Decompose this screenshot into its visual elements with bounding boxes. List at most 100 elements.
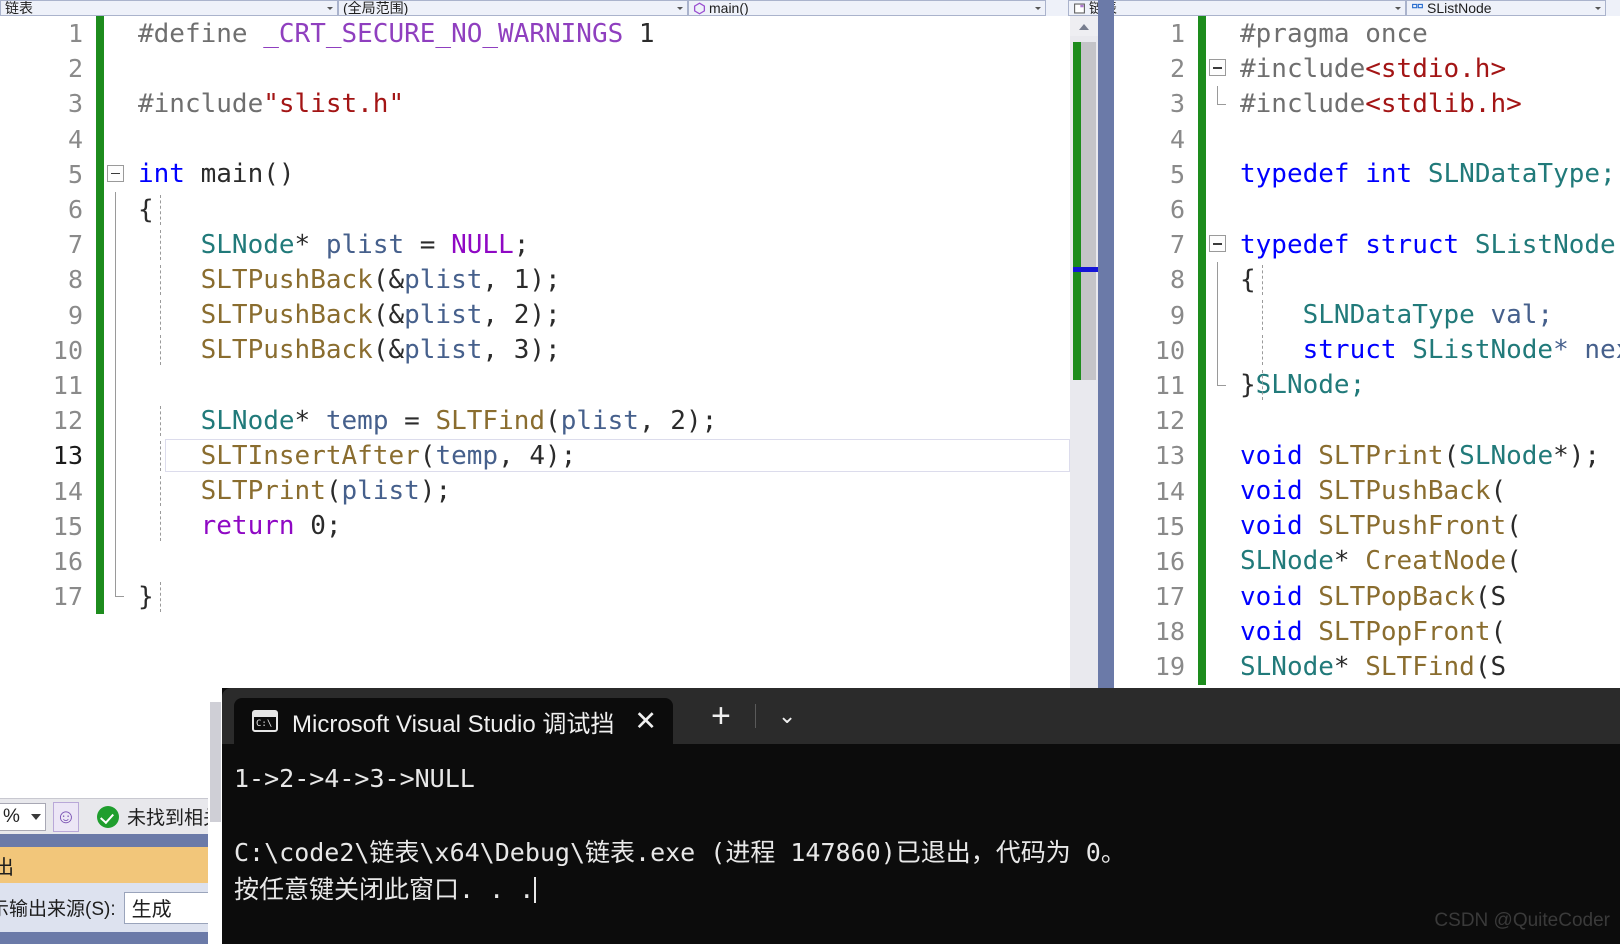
collapse-icon[interactable] <box>1209 59 1226 77</box>
code-line[interactable]: 14 SLTPrint(plist); <box>0 473 1070 509</box>
code-text[interactable]: typedef struct SListNode <box>1230 230 1616 260</box>
fold-gutter[interactable] <box>104 122 128 157</box>
fold-gutter[interactable] <box>104 543 128 579</box>
fold-gutter[interactable] <box>1206 227 1230 262</box>
code-line[interactable]: 1 #define _CRT_SECURE_NO_WARNINGS 1 <box>0 16 1070 52</box>
code-line[interactable]: 7 typedef struct SListNode <box>1114 227 1620 263</box>
code-text[interactable]: SLNode* SLTFind(S <box>1230 652 1506 682</box>
code-line[interactable]: 13 SLTInsertAfter(temp, 4); <box>0 438 1070 474</box>
code-line[interactable]: 4 <box>0 121 1070 157</box>
code-text[interactable]: SLNDataType val; <box>1230 300 1553 331</box>
fold-gutter[interactable] <box>1206 438 1230 473</box>
code-line[interactable]: 5 typedef int SLNDataType; <box>1114 156 1620 192</box>
code-line[interactable]: 18 void SLTPopFront( <box>1114 614 1620 650</box>
code-line[interactable]: 16 <box>0 543 1070 579</box>
code-text[interactable]: SLNode* CreatNode( <box>1230 546 1522 576</box>
code-text[interactable]: { <box>128 194 161 225</box>
code-line[interactable]: 10 struct SListNode* next; <box>1114 332 1620 368</box>
fold-gutter[interactable] <box>1206 614 1230 649</box>
code-line[interactable]: 3 #include<stdlib.h> <box>1114 86 1620 122</box>
right-file-selector-combo[interactable]: 链表 <box>1068 0 1406 16</box>
code-text[interactable]: SLTInsertAfter(temp, 4); <box>128 440 576 471</box>
output-tab[interactable]: 出 <box>0 847 222 883</box>
zoom-level-combo[interactable]: % <box>0 802 46 831</box>
fold-gutter[interactable] <box>104 86 128 121</box>
code-text[interactable]: #include<stdlib.h> <box>1230 89 1522 119</box>
fold-gutter[interactable] <box>104 473 128 509</box>
fold-gutter[interactable] <box>1206 157 1230 192</box>
main-code-editor[interactable]: 1 #define _CRT_SECURE_NO_WARNINGS 1 2 3 #inc… <box>0 16 1070 788</box>
code-text[interactable]: void SLTPushBack( <box>1230 476 1506 506</box>
code-text[interactable]: void SLTPrint(SLNode*); <box>1230 441 1600 471</box>
ghost-icon[interactable]: ☺ <box>52 801 79 832</box>
fold-gutter[interactable] <box>104 508 128 544</box>
new-tab-icon[interactable]: + <box>711 699 731 733</box>
code-line[interactable]: 12 SLNode* temp = SLTFind(plist, 2); <box>0 403 1070 439</box>
fold-gutter[interactable] <box>104 51 128 86</box>
fold-gutter[interactable] <box>104 579 128 614</box>
code-text[interactable]: SLTPrint(plist); <box>128 476 451 507</box>
code-text[interactable]: #define _CRT_SECURE_NO_WARNINGS 1 <box>128 19 655 49</box>
fold-gutter[interactable] <box>1206 51 1230 86</box>
code-text[interactable]: #include<stdio.h> <box>1230 54 1506 84</box>
code-line[interactable]: 6 <box>1114 191 1620 228</box>
fold-gutter[interactable] <box>1206 579 1230 614</box>
code-line[interactable]: 17} <box>0 579 1070 615</box>
fold-gutter[interactable] <box>1206 122 1230 157</box>
fold-gutter[interactable] <box>1206 332 1230 368</box>
code-text[interactable]: SLTPushBack(&plist, 2); <box>128 300 561 331</box>
code-line[interactable]: 17 void SLTPopBack(S <box>1114 579 1620 615</box>
code-line[interactable]: 6{ <box>0 191 1070 228</box>
fold-gutter[interactable] <box>104 16 128 51</box>
code-line[interactable]: 8 SLTPushBack(&plist, 1); <box>0 262 1070 298</box>
fold-gutter[interactable] <box>1206 509 1230 544</box>
code-line[interactable]: 7 SLNode* plist = NULL; <box>0 227 1070 263</box>
code-line[interactable]: 14 void SLTPushBack( <box>1114 473 1620 509</box>
code-line[interactable]: 3 #include"slist.h" <box>0 86 1070 122</box>
code-line[interactable]: 15 void SLTPushFront( <box>1114 508 1620 544</box>
chevron-down-icon[interactable]: ⌄ <box>778 703 796 729</box>
fold-gutter[interactable] <box>1206 86 1230 121</box>
code-line[interactable]: 12 <box>1114 403 1620 439</box>
member-selector-combo[interactable]: main() <box>688 0 1046 16</box>
code-line[interactable]: 5 int main() <box>0 156 1070 192</box>
fold-gutter[interactable] <box>104 332 128 368</box>
code-text[interactable]: struct SListNode* next; <box>1230 335 1620 366</box>
code-text[interactable]: #pragma once <box>1230 19 1428 49</box>
console-tab[interactable]: Microsoft Visual Studio 调试挡 ✕ <box>234 698 673 744</box>
fold-gutter[interactable] <box>1206 367 1230 403</box>
code-line[interactable]: 10 SLTPushBack(&plist, 3); <box>0 332 1070 368</box>
fold-gutter[interactable] <box>104 438 128 474</box>
right-member-selector-combo[interactable]: SListNode <box>1406 0 1606 16</box>
code-text[interactable]: { <box>1230 264 1263 295</box>
fold-gutter[interactable] <box>104 262 128 298</box>
code-line[interactable]: 2 <box>0 51 1070 87</box>
fold-gutter[interactable] <box>104 297 128 333</box>
code-line[interactable]: 2 #include<stdio.h> <box>1114 51 1620 87</box>
fold-gutter[interactable] <box>1206 473 1230 508</box>
code-line[interactable]: 19 SLNode* SLTFind(S <box>1114 649 1620 685</box>
code-text[interactable]: #include"slist.h" <box>128 89 404 119</box>
navbar-overflow-button[interactable] <box>1046 0 1068 16</box>
code-text[interactable]: SLTPushBack(&plist, 3); <box>128 335 561 366</box>
fold-gutter[interactable] <box>1206 649 1230 684</box>
code-text[interactable]: typedef int SLNDataType; <box>1230 159 1616 189</box>
code-text[interactable]: return 0; <box>128 511 342 542</box>
code-line[interactable]: 9 SLTPushBack(&plist, 2); <box>0 297 1070 333</box>
fold-gutter[interactable] <box>104 403 128 439</box>
code-line[interactable]: 11}SLNode; <box>1114 367 1620 404</box>
fold-gutter[interactable] <box>1206 16 1230 51</box>
code-text[interactable]: SLNode* temp = SLTFind(plist, 2); <box>128 405 717 436</box>
code-text[interactable]: } <box>128 581 161 612</box>
fold-gutter[interactable] <box>104 227 128 263</box>
code-text[interactable]: int main() <box>128 159 295 189</box>
code-text[interactable]: SLTPushBack(&plist, 1); <box>128 264 561 295</box>
debug-console-window[interactable]: Microsoft Visual Studio 调试挡 ✕ + ⌄ 1->2->… <box>222 688 1620 944</box>
code-text[interactable]: void SLTPopBack(S <box>1230 582 1506 612</box>
code-line[interactable]: 15 return 0; <box>0 508 1070 544</box>
collapse-icon[interactable] <box>1209 235 1226 253</box>
scroll-up-button[interactable] <box>1070 16 1098 36</box>
fold-gutter[interactable] <box>1206 297 1230 333</box>
code-text[interactable]: void SLTPopFront( <box>1230 617 1506 647</box>
fold-gutter[interactable] <box>104 157 128 192</box>
